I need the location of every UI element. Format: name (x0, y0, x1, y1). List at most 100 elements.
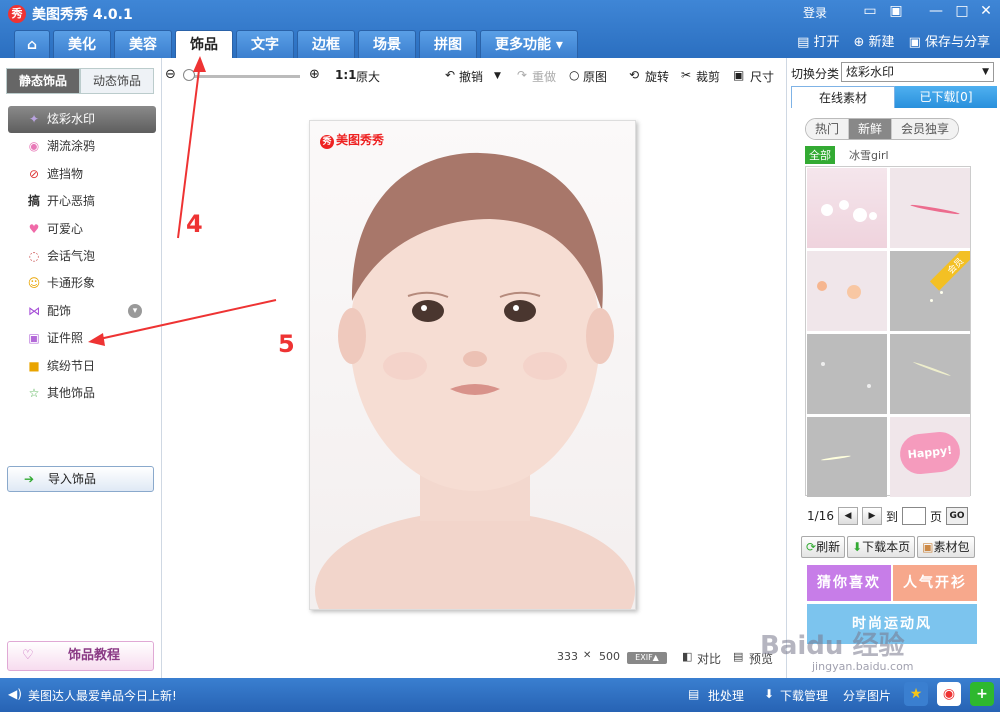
redo-button[interactable]: 重做 (532, 68, 556, 85)
resize-button[interactable]: 尺寸 (750, 68, 774, 85)
baby-illustration (315, 152, 635, 609)
pill-hot[interactable]: 热门 (806, 119, 850, 139)
material-thumb[interactable]: 会员 (890, 251, 970, 331)
save-share-button[interactable]: ▣ 保存与分享 (909, 32, 990, 54)
category-label: 证件照 (47, 331, 84, 346)
redo-icon[interactable]: ↷ (517, 68, 527, 82)
page-input[interactable] (901, 507, 926, 525)
close-button[interactable]: ✕ (976, 3, 996, 21)
compare-icon[interactable]: ◧ (682, 650, 692, 663)
undo-button[interactable]: 撤销 (459, 68, 483, 85)
batch-process-button[interactable]: 批处理 (708, 687, 744, 704)
category-label: 卡通形象 (47, 276, 96, 291)
tab-frame[interactable]: 边框 (297, 30, 355, 58)
new-button[interactable]: ⊕ 新建 (854, 32, 895, 54)
material-thumb[interactable] (807, 334, 887, 414)
baby-photo[interactable]: 秀美图秀秀 (309, 120, 636, 610)
material-thumb[interactable] (890, 334, 970, 414)
rotate-button[interactable]: 旋转 (645, 68, 669, 85)
category-item-graffiti[interactable]: ◉ 潮流涂鸦 (8, 133, 156, 160)
go-button[interactable]: GO (945, 507, 968, 525)
crop-button[interactable]: 裁剪 (696, 68, 720, 85)
tab-face[interactable]: 美容 (114, 30, 172, 58)
category-item-funny[interactable]: 搞开心恶搞 (8, 188, 156, 215)
maximize-button[interactable]: □ (952, 3, 972, 21)
tag-link[interactable]: 冰雪girl (849, 147, 889, 163)
import-decoration-button[interactable]: ➔ 导入饰品 (7, 466, 154, 492)
pill-member[interactable]: 会员独享 (892, 119, 959, 139)
chevron-down-icon[interactable]: ▾ (128, 303, 142, 318)
zoom-out-icon[interactable]: ⊖ (165, 67, 176, 82)
category-item-id-photo[interactable]: ▣ 证件照 (8, 325, 156, 352)
promo-guess-you-like[interactable]: 猜你喜欢 (807, 565, 891, 601)
tab-more[interactable]: 更多功能 ▾ (480, 30, 578, 58)
tab-downloaded[interactable]: 已下载[0] (895, 86, 997, 108)
material-pack-button[interactable]: ▣素材包 (917, 536, 975, 558)
zoom-slider[interactable] (185, 75, 300, 78)
promo-popular-cardigan[interactable]: 人气开衫 (893, 565, 977, 601)
download-manager-button[interactable]: 下载管理 (780, 687, 828, 704)
category-label: 其他饰品 (47, 385, 96, 400)
tab-text[interactable]: 文字 (236, 30, 294, 58)
download-icon: ⬇ (852, 540, 863, 554)
undo-icon[interactable]: ↶ (445, 68, 455, 82)
original-image-button[interactable]: 原图 (583, 68, 607, 85)
next-page-icon[interactable]: ▶ (861, 507, 882, 525)
category-item-festival[interactable]: ■ 缤纷节日 (8, 353, 156, 380)
category-item-block[interactable]: ⊘ 遮挡物 (8, 161, 156, 188)
weibo-icon[interactable]: ◉ (937, 682, 961, 706)
material-thumb[interactable]: Happy! (890, 417, 970, 497)
material-thumb[interactable] (807, 417, 887, 497)
resize-icon[interactable]: ▣ (733, 68, 744, 82)
category-item-other[interactable]: ☆ 其他饰品 (8, 380, 156, 407)
tab-scene[interactable]: 场景 (358, 30, 416, 58)
all-filter-badge[interactable]: 全部 (805, 146, 835, 164)
compare-button[interactable]: 对比 (697, 650, 721, 667)
zoom-in-icon[interactable]: ⊕ (309, 67, 320, 82)
speaker-icon: ◀) (8, 687, 22, 701)
tab-decorations[interactable]: 饰品 (175, 30, 233, 58)
tab-collage[interactable]: 拼图 (419, 30, 477, 58)
login-link[interactable]: 登录 (803, 4, 827, 21)
tab-static-decorations[interactable]: 静态饰品 (6, 68, 80, 94)
crop-icon[interactable]: ✂ (681, 68, 691, 82)
zoom-ratio[interactable]: 1:1 (335, 68, 357, 82)
open-button[interactable]: ▤ 打开 (797, 32, 839, 54)
category-item-colorful-watermark[interactable]: ✦ 炫彩水印 (8, 106, 156, 134)
original-size-button[interactable]: 原大 (356, 68, 380, 85)
download-page-button[interactable]: ⬇下载本页 (847, 536, 916, 558)
skin-icon[interactable]: ▣ (886, 3, 906, 21)
refresh-button[interactable]: ⟳刷新 (801, 536, 846, 558)
material-thumb[interactable] (890, 168, 970, 248)
category-item-accessories[interactable]: ⋈ 配饰 ▾ (8, 298, 156, 325)
tab-beautify[interactable]: 美化 (53, 30, 111, 58)
pill-new[interactable]: 新鲜 (849, 119, 893, 139)
material-thumb[interactable] (807, 168, 887, 248)
minimize-button[interactable]: — (926, 3, 946, 21)
material-thumb[interactable] (807, 251, 887, 331)
preview-icon[interactable]: ▤ (733, 650, 743, 663)
news-ticker[interactable]: 美图达人最爱单品今日上新! (28, 687, 177, 704)
share-picture-button[interactable]: 分享图片 (843, 687, 891, 704)
decoration-tutorial-button[interactable]: ♡ 饰品教程 (7, 641, 154, 671)
category-item-speech-bubble[interactable]: ◌ 会话气泡 (8, 243, 156, 270)
tab-home[interactable]: ⌂ (14, 30, 50, 58)
category-item-cartoon[interactable]: ☺ 卡通形象 (8, 270, 156, 297)
message-icon[interactable]: ▭ (860, 3, 880, 21)
add-icon[interactable]: + (970, 682, 994, 706)
member-badge: 会员 (929, 251, 970, 291)
undo-dropdown-icon[interactable]: ▼ (494, 71, 501, 81)
app-title: 美图秀秀 4.0.1 (32, 7, 133, 23)
zoom-slider-handle[interactable] (183, 69, 195, 81)
exif-button[interactable]: EXIF▲ (627, 652, 667, 664)
tab-dynamic-decorations[interactable]: 动态饰品 (80, 68, 154, 94)
category-item-heart[interactable]: ♥ 可爱心 (8, 216, 156, 243)
rotate-icon[interactable]: ⟲ (629, 68, 639, 82)
category-select[interactable]: 炫彩水印 ▼ (841, 62, 994, 82)
original-icon[interactable]: ○ (569, 68, 579, 82)
cartoon-icon: ☺ (27, 276, 41, 291)
star-icon[interactable]: ★ (904, 682, 928, 706)
tab-online-materials[interactable]: 在线素材 (791, 86, 895, 108)
baidu-watermark: Baidu 经验 (760, 631, 905, 661)
prev-page-icon[interactable]: ◀ (837, 507, 858, 525)
